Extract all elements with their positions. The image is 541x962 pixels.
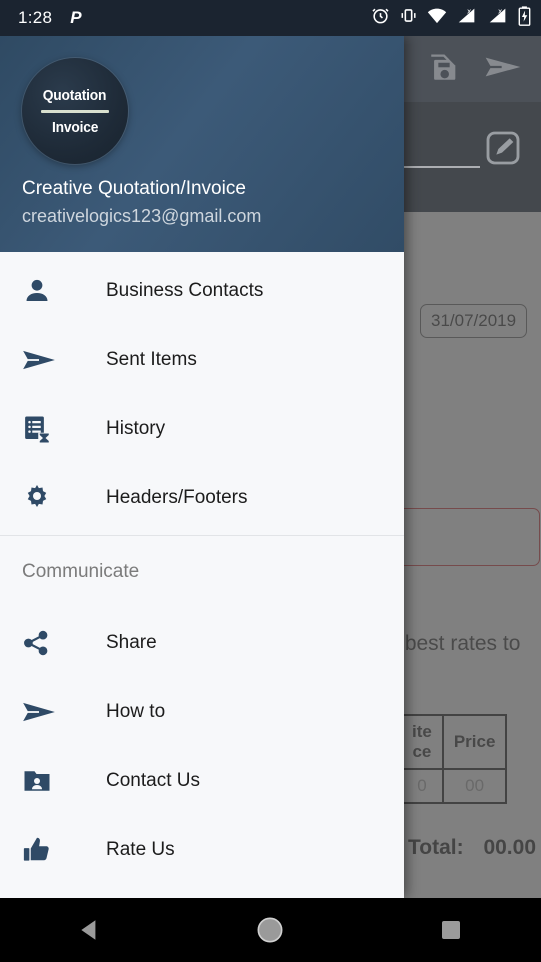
- date-field[interactable]: 31/07/2019: [420, 304, 528, 338]
- sidebar-item-headers-footers[interactable]: Headers/Footers: [0, 463, 404, 532]
- recents-square-icon[interactable]: [411, 918, 491, 942]
- signal-x-2-icon: x: [487, 6, 509, 30]
- drawer-header: Quotation Invoice Creative Quotation/Inv…: [0, 36, 404, 252]
- sidebar-item-contact-us[interactable]: Contact Us: [0, 746, 404, 815]
- sidebar-item-share[interactable]: Share: [0, 608, 404, 677]
- sidebar-item-label: How to: [106, 700, 166, 722]
- table-row: 0 00: [400, 768, 508, 804]
- column-header-unit-price: ite ce: [400, 714, 444, 770]
- body-text-fragment: r best rates to: [392, 632, 521, 655]
- sidebar-item-sent-items[interactable]: Sent Items: [0, 325, 404, 394]
- signal-x-1-icon: x: [456, 6, 478, 30]
- thumbs-up-icon: [22, 835, 64, 865]
- share-icon: [22, 629, 64, 657]
- sidebar-item-rate-us[interactable]: Rate Us: [0, 815, 404, 884]
- sidebar-item-how-to[interactable]: How to: [0, 677, 404, 746]
- sidebar-item-label: Contact Us: [106, 769, 200, 791]
- contact-card-icon: [22, 767, 64, 795]
- sidebar-item-history[interactable]: History: [0, 394, 404, 463]
- vibrate-icon: [399, 6, 418, 30]
- navigation-drawer: Quotation Invoice Creative Quotation/Inv…: [0, 36, 404, 898]
- send-icon: [22, 346, 64, 374]
- drawer-primary-menu: Business Contacts Sent Items History Hea…: [0, 252, 404, 884]
- history-document-icon: [22, 414, 64, 444]
- save-as-icon[interactable]: [427, 50, 461, 89]
- table-header-row: ite ce Price: [400, 714, 508, 770]
- cell-price: 00: [441, 768, 508, 804]
- sidebar-item-label: History: [106, 417, 166, 439]
- sidebar-item-label: Rate Us: [106, 838, 175, 860]
- alarm-icon: [371, 6, 390, 30]
- sidebar-item-business-contacts[interactable]: Business Contacts: [0, 256, 404, 325]
- battery-charging-icon: [518, 5, 531, 31]
- sidebar-item-label: Headers/Footers: [106, 486, 248, 508]
- logo-top-text: Quotation: [43, 86, 107, 104]
- total-row: Total: 00.00: [408, 836, 536, 860]
- wifi-icon: [427, 7, 447, 30]
- home-circle-icon[interactable]: [230, 916, 310, 944]
- price-table: ite ce Price 0 00: [400, 714, 508, 804]
- status-time: 1:28: [18, 8, 53, 27]
- sidebar-item-label: Sent Items: [106, 348, 197, 370]
- logo-divider: [41, 109, 109, 113]
- account-email: creativelogics123@gmail.com: [22, 206, 262, 226]
- carrier-badge-icon: P: [70, 8, 82, 27]
- sidebar-item-label: Business Contacts: [106, 279, 264, 301]
- arrow-icon: [22, 698, 64, 726]
- logo-bottom-text: Invoice: [51, 118, 99, 136]
- column-header-price: Price: [441, 714, 508, 770]
- section-header-communicate: Communicate: [22, 561, 140, 582]
- app-logo: Quotation Invoice: [22, 58, 128, 164]
- account-name: Creative Quotation/Invoice: [22, 178, 246, 199]
- status-bar: 1:28 P x x: [0, 0, 541, 36]
- send-icon[interactable]: [483, 50, 523, 89]
- system-nav-bar: [0, 898, 541, 962]
- phone-screen: gies d 31/07/2019 r best rates to itece …: [0, 0, 541, 962]
- total-value: 00.00: [483, 836, 537, 859]
- sidebar-item-label: Share: [106, 631, 157, 653]
- svg-text:x: x: [498, 7, 503, 16]
- total-label: Total:: [408, 836, 464, 859]
- cell-unit-price: 0: [400, 768, 444, 804]
- svg-text:x: x: [467, 7, 472, 16]
- edit-pencil-icon[interactable]: [483, 128, 523, 173]
- back-triangle-icon[interactable]: [50, 917, 130, 943]
- gear-icon: [22, 483, 64, 513]
- person-icon: [22, 276, 64, 306]
